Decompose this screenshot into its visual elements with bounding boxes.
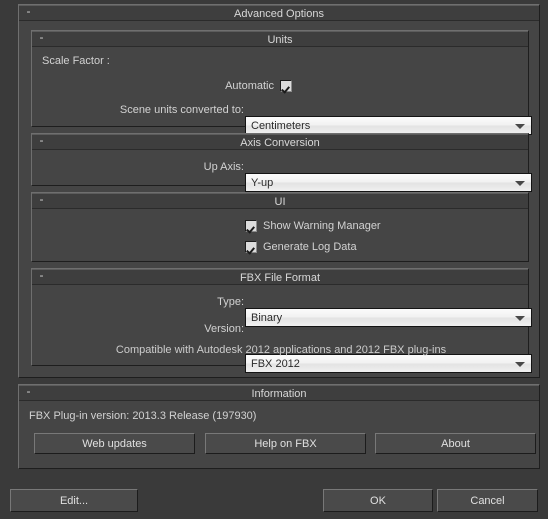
axis-conversion-title: Axis Conversion xyxy=(240,137,320,149)
advanced-options-panel: - Advanced Options - Units Scale Factor … xyxy=(18,4,540,378)
axis-conversion-panel: - Axis Conversion Up Axis: Y-up xyxy=(31,133,532,192)
version-label: Version: xyxy=(204,323,244,335)
version-dropdown[interactable]: FBX 2012 xyxy=(245,354,532,373)
fbx-file-format-title: FBX File Format xyxy=(239,272,321,284)
compatibility-note: Compatible with Autodesk 2012 applicatio… xyxy=(115,344,447,356)
collapse-icon[interactable]: - xyxy=(23,5,34,21)
fbx-file-format-header[interactable]: - FBX File Format xyxy=(32,269,528,285)
units-panel: - Units Scale Factor : Automatic Scene u… xyxy=(31,30,532,135)
axis-conversion-header[interactable]: - Axis Conversion xyxy=(32,134,528,150)
up-axis-row: Up Axis: xyxy=(32,158,244,176)
about-button[interactable]: About xyxy=(375,433,536,454)
cancel-button[interactable]: Cancel xyxy=(437,489,538,512)
ok-label: OK xyxy=(370,494,386,507)
fbx-file-format-panel: - FBX File Format Type: Binary Version: … xyxy=(31,268,532,373)
units-header[interactable]: - Units xyxy=(32,31,528,47)
ui-title: UI xyxy=(274,196,286,208)
type-row: Type: xyxy=(32,293,244,311)
chevron-down-icon[interactable] xyxy=(515,180,525,186)
collapse-icon[interactable]: - xyxy=(36,31,47,47)
show-warning-manager-label: Show Warning Manager xyxy=(263,220,381,232)
web-updates-label: Web updates xyxy=(82,437,147,450)
ui-header[interactable]: - UI xyxy=(32,193,528,209)
web-updates-button[interactable]: Web updates xyxy=(34,433,195,454)
ui-panel: - UI Show Warning Manager Generate Log D… xyxy=(31,192,529,262)
version-value: FBX 2012 xyxy=(251,357,300,370)
generate-log-data-label: Generate Log Data xyxy=(263,241,357,253)
information-title: Information xyxy=(251,388,307,400)
show-warning-manager-checkbox[interactable] xyxy=(245,220,257,232)
units-title: Units xyxy=(267,34,293,46)
about-label: About xyxy=(441,437,470,450)
collapse-icon[interactable]: - xyxy=(36,193,47,209)
help-on-fbx-button[interactable]: Help on FBX xyxy=(205,433,366,454)
collapse-icon[interactable]: - xyxy=(36,269,47,285)
edit-label: Edit... xyxy=(59,494,89,507)
automatic-checkbox[interactable] xyxy=(280,80,292,92)
scene-units-label: Scene units converted to: xyxy=(119,104,244,116)
up-axis-dropdown[interactable]: Y-up xyxy=(245,173,532,192)
chevron-down-icon[interactable] xyxy=(515,123,525,129)
version-row: Version: xyxy=(32,320,244,338)
show-warning-manager-row: Show Warning Manager xyxy=(245,217,381,235)
scene-units-value: Centimeters xyxy=(251,119,311,132)
edit-button[interactable]: Edit... xyxy=(10,489,138,512)
advanced-options-title: Advanced Options xyxy=(234,8,324,20)
type-value: Binary xyxy=(251,311,283,324)
type-label: Type: xyxy=(217,296,244,308)
generate-log-data-row: Generate Log Data xyxy=(245,238,357,256)
scene-units-row: Scene units converted to: xyxy=(32,101,244,119)
automatic-label: Automatic xyxy=(225,80,274,92)
help-on-fbx-label: Help on FBX xyxy=(254,437,317,450)
up-axis-label: Up Axis: xyxy=(203,161,244,173)
scale-factor-label: Scale Factor : xyxy=(42,55,110,67)
up-axis-value: Y-up xyxy=(251,176,274,189)
automatic-row: Automatic xyxy=(32,77,292,95)
ok-button[interactable]: OK xyxy=(323,489,433,512)
information-header[interactable]: - Information xyxy=(19,385,539,401)
collapse-icon[interactable]: - xyxy=(23,385,34,401)
cancel-label: Cancel xyxy=(470,494,505,507)
fbx-plugin-version: FBX Plug-in version: 2013.3 Release (197… xyxy=(29,410,257,422)
advanced-options-header[interactable]: - Advanced Options xyxy=(19,5,539,21)
collapse-icon[interactable]: - xyxy=(36,134,47,150)
information-panel: - Information FBX Plug-in version: 2013.… xyxy=(18,384,540,469)
type-dropdown[interactable]: Binary xyxy=(245,308,532,327)
chevron-down-icon[interactable] xyxy=(515,315,525,321)
generate-log-data-checkbox[interactable] xyxy=(245,241,257,253)
chevron-down-icon[interactable] xyxy=(515,361,525,367)
